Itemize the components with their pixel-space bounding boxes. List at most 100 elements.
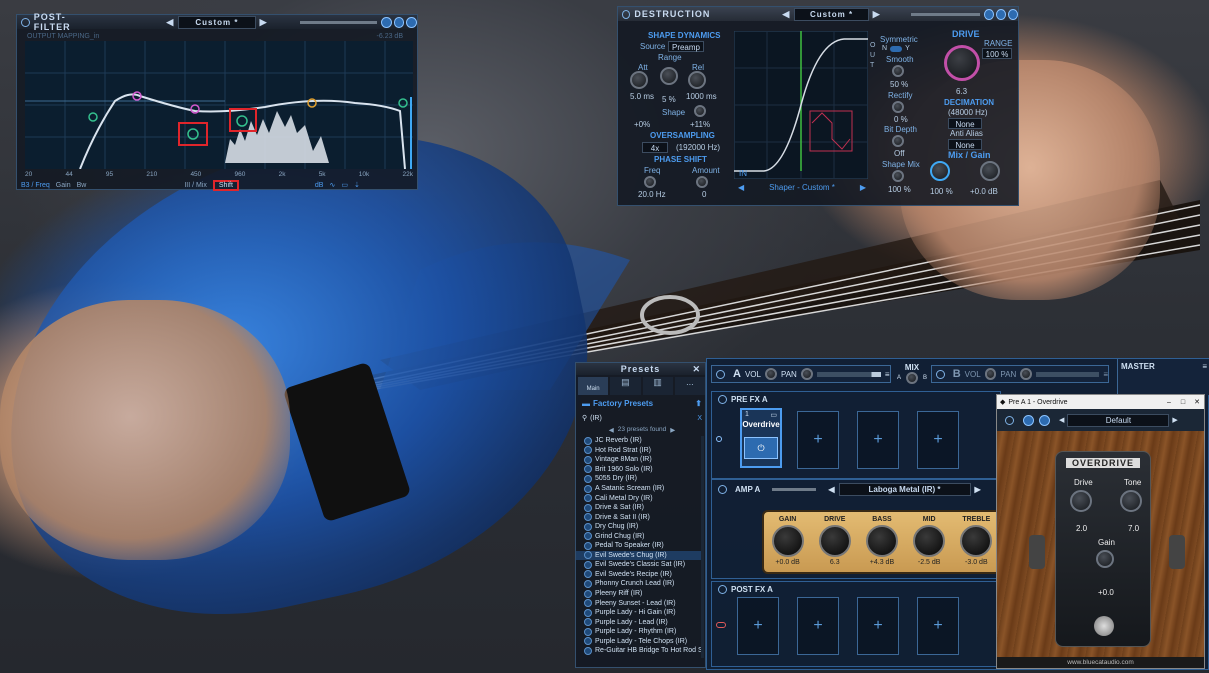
amp-treble-knob[interactable] (960, 525, 993, 557)
chevron-right-icon[interactable]: ▶ (1172, 416, 1177, 424)
tab-more[interactable]: ... (674, 377, 705, 395)
preset-list-item[interactable]: Purple Lady - Tele Chops (IR) (576, 636, 702, 646)
menu-icon[interactable] (1023, 414, 1034, 426)
slot-menu-icon[interactable]: ▭ (770, 411, 777, 419)
fx-slot-overdrive[interactable]: 1 ▭ Overdrive ⏻ (740, 408, 782, 468)
slot-power-button[interactable]: ⏻ (744, 437, 778, 459)
shape-knob[interactable] (694, 105, 706, 117)
chevron-left-icon[interactable]: ◀ (1059, 416, 1064, 424)
preset-list-item[interactable]: Drive & Sat (IR) (576, 503, 702, 513)
tab-user[interactable]: ▥ (642, 377, 673, 395)
symmetric-toggle[interactable]: N Y (882, 45, 910, 52)
mix-knob[interactable] (906, 372, 918, 384)
chevron-left-icon[interactable]: ◀ (828, 485, 834, 494)
oversampling-select[interactable]: 4x (642, 142, 668, 153)
power-icon[interactable] (622, 9, 631, 19)
preset-list-item[interactable]: Evil Swede's Recipe (IR) (576, 570, 702, 580)
clear-search-button[interactable]: X (697, 415, 702, 422)
gain-knob[interactable] (980, 161, 1000, 181)
phase-freq-knob[interactable] (644, 176, 656, 188)
preset-list-item[interactable]: Dry Chug (IR) (576, 522, 702, 532)
tab-banks[interactable]: ▤ (610, 377, 641, 395)
preset-list-item[interactable]: JC Reverb (IR) (576, 436, 702, 446)
preset-list-item[interactable]: Drive & Sat II (IR) (576, 512, 702, 522)
rectify-knob[interactable] (892, 101, 904, 113)
smooth-knob[interactable] (892, 65, 904, 77)
chevron-right-icon[interactable]: ▶ (860, 183, 866, 192)
marker-icon[interactable]: ⇣ (354, 181, 360, 189)
power-icon[interactable] (936, 369, 945, 379)
menu-icon[interactable]: ≡ (1103, 370, 1108, 379)
fx-slot-empty[interactable]: + (857, 597, 899, 655)
power-icon[interactable] (1005, 415, 1014, 425)
fx-slot-empty[interactable]: + (917, 411, 959, 469)
preset-list-item[interactable]: Vintage 8Man (IR) (576, 455, 702, 465)
menu-icon[interactable] (380, 16, 392, 28)
output-slider[interactable] (299, 20, 377, 24)
menu-icon[interactable]: ≡ (1202, 362, 1207, 371)
flat-icon[interactable]: ▭ (341, 181, 348, 189)
fx-slot-empty[interactable]: + (797, 597, 839, 655)
drive-range-select[interactable]: 100 % (982, 48, 1012, 59)
amp-gain-knob[interactable] (771, 525, 804, 557)
preset-list-item[interactable]: Purple Lady - Hi Gain (IR) (576, 608, 702, 618)
menu-icon[interactable] (983, 8, 994, 20)
fx-slot-empty[interactable]: + (917, 597, 959, 655)
power-icon[interactable] (718, 395, 727, 404)
gain-label[interactable]: Gain (56, 182, 71, 189)
output-slider[interactable] (910, 12, 980, 16)
fx-slot-empty[interactable]: + (857, 411, 899, 469)
wave-icon[interactable]: ∿ (329, 181, 335, 189)
preset-selector[interactable]: Custom * (794, 7, 869, 21)
range-knob[interactable] (660, 67, 678, 85)
preset-selector[interactable]: Default (1067, 413, 1170, 427)
up-arrow-icon[interactable]: ⬆ (695, 399, 702, 408)
shaper-graph[interactable] (734, 31, 868, 179)
close-button[interactable]: ✕ (1190, 398, 1204, 406)
amp-slider[interactable] (772, 488, 817, 491)
chevron-left-icon[interactable]: ◀ (782, 9, 790, 20)
drive-knob[interactable] (1070, 490, 1092, 512)
pan-knob[interactable] (1020, 368, 1032, 380)
preset-list-item[interactable]: A Satanic Scream (IR) (576, 484, 702, 494)
anti-alias-select[interactable]: None (948, 139, 982, 150)
preset-list-item[interactable]: Pleeny Riff (IR) (576, 589, 702, 599)
chevron-right-icon[interactable]: ▶ (975, 485, 981, 494)
preset-list-item[interactable]: Purple Lady - Lead (IR) (576, 617, 702, 627)
att-knob[interactable] (630, 71, 648, 89)
preset-list-item[interactable]: Pleeny Sunset - Lead (IR) (576, 598, 702, 608)
band-freq-control[interactable]: B3 / Freq (21, 182, 50, 189)
preset-list-item[interactable]: Grind Chug (IR) (576, 531, 702, 541)
drive-knob[interactable] (944, 45, 980, 81)
bw-label[interactable]: Bw (77, 182, 87, 189)
shape-mix-knob[interactable] (892, 170, 904, 182)
preset-list-item[interactable]: Brit 1960 Solo (IR) (576, 465, 702, 475)
footswitch[interactable] (1094, 616, 1114, 636)
mix-knob[interactable] (930, 161, 950, 181)
menu-icon[interactable]: ≡ (885, 370, 890, 379)
vol-knob[interactable] (984, 368, 997, 380)
pan-knob[interactable] (800, 368, 813, 380)
rel-knob[interactable] (688, 71, 706, 89)
shaper-selector[interactable]: ◀ Shaper - Custom * ▶ (738, 183, 866, 192)
settings-icon[interactable] (1039, 414, 1050, 426)
chevron-left-icon[interactable]: ◀ (166, 17, 174, 28)
bit-depth-knob[interactable] (892, 135, 904, 147)
fx-slot-empty[interactable]: + (737, 597, 779, 655)
vol-knob[interactable] (764, 368, 777, 380)
next-page-icon[interactable]: ▶ (670, 426, 675, 434)
eq-graph[interactable] (25, 41, 413, 169)
settings-icon[interactable] (406, 16, 417, 28)
minimize-icon[interactable] (393, 16, 405, 28)
preset-list-item[interactable]: Evil Swede's Chug (IR) (576, 550, 702, 561)
power-icon[interactable] (21, 17, 30, 27)
preset-list-item[interactable]: 5055 Dry (IR) (576, 474, 702, 484)
preset-list-item[interactable]: Phonny Crunch Lead (IR) (576, 579, 702, 589)
preset-list-scrollbar[interactable] (701, 436, 704, 658)
toggle-switch[interactable] (890, 45, 903, 52)
amp-drive-knob[interactable] (818, 525, 851, 557)
power-icon[interactable] (718, 485, 727, 494)
preset-selector[interactable]: Custom * (178, 15, 256, 29)
phase-amount-knob[interactable] (696, 176, 708, 188)
settings-icon[interactable] (1007, 8, 1018, 20)
